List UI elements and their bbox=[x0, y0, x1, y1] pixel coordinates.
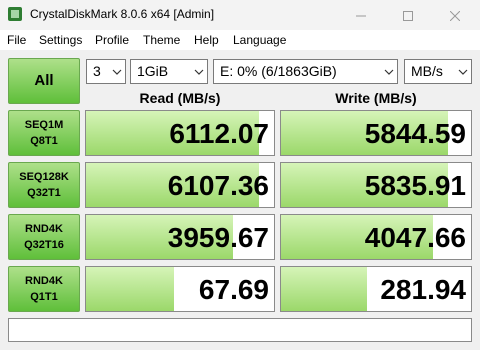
drive-select[interactable]: E: 0% (6/1863GiB) bbox=[213, 59, 398, 84]
test-button-rnd4k-q1t1[interactable]: RND4K Q1T1 bbox=[8, 266, 80, 312]
test-params: Q8T1 bbox=[30, 135, 58, 147]
test-size-value: 1GiB bbox=[137, 63, 169, 79]
write-result-cell: 5844.59 bbox=[280, 110, 472, 156]
run-all-button[interactable]: All bbox=[8, 58, 80, 104]
menu-bar: File Settings Profile Theme Help Languag… bbox=[0, 30, 480, 50]
test-size-select[interactable]: 1GiB bbox=[130, 59, 208, 84]
chevron-down-icon bbox=[112, 69, 122, 75]
read-result-cell: 67.69 bbox=[85, 266, 275, 312]
drive-value: E: 0% (6/1863GiB) bbox=[220, 63, 337, 79]
read-value: 6107.36 bbox=[167, 170, 269, 201]
menu-language[interactable]: Language bbox=[233, 33, 286, 47]
test-params: Q32T16 bbox=[24, 239, 64, 251]
menu-file[interactable]: File bbox=[7, 33, 26, 47]
test-name: RND4K bbox=[25, 223, 63, 235]
write-value: 281.94 bbox=[380, 274, 466, 305]
test-button-rnd4k-q32t16[interactable]: RND4K Q32T16 bbox=[8, 214, 80, 260]
maximize-icon bbox=[403, 10, 413, 21]
write-value: 5835.91 bbox=[364, 170, 466, 201]
menu-profile[interactable]: Profile bbox=[95, 33, 129, 47]
test-button-seq128k-q32t1[interactable]: SEQ128K Q32T1 bbox=[8, 162, 80, 208]
close-icon bbox=[449, 10, 461, 22]
test-count-select[interactable]: 3 bbox=[86, 59, 126, 84]
test-count-value: 3 bbox=[93, 63, 101, 79]
test-name: SEQ1M bbox=[24, 119, 64, 131]
menu-help[interactable]: Help bbox=[194, 33, 219, 47]
write-progress-fill bbox=[281, 267, 367, 311]
read-progress-fill bbox=[86, 267, 175, 311]
read-value: 3959.67 bbox=[167, 222, 269, 253]
window-title: CrystalDiskMark 8.0.6 x64 [Admin] bbox=[30, 7, 215, 21]
read-value: 6112.07 bbox=[169, 118, 269, 149]
comment-field[interactable] bbox=[8, 318, 472, 342]
read-column-header: Read (MB/s) bbox=[139, 90, 221, 106]
title-bar: CrystalDiskMark 8.0.6 x64 [Admin] bbox=[0, 0, 480, 30]
crystaldiskmark-app-icon bbox=[8, 7, 22, 21]
read-result-cell: 6107.36 bbox=[85, 162, 275, 208]
read-value: 67.69 bbox=[198, 274, 269, 305]
write-column-header: Write (MB/s) bbox=[335, 90, 417, 106]
minimize-icon bbox=[356, 15, 366, 17]
unit-select[interactable]: MB/s bbox=[404, 59, 472, 84]
test-name: SEQ128K bbox=[19, 171, 69, 183]
test-params: Q1T1 bbox=[30, 291, 58, 303]
unit-value: MB/s bbox=[411, 63, 443, 79]
close-button[interactable] bbox=[432, 0, 478, 30]
write-result-cell: 281.94 bbox=[280, 266, 472, 312]
chevron-down-icon bbox=[384, 69, 394, 75]
write-value: 4047.66 bbox=[364, 222, 466, 253]
write-result-cell: 4047.66 bbox=[280, 214, 472, 260]
test-name: RND4K bbox=[25, 275, 63, 287]
menu-settings[interactable]: Settings bbox=[39, 33, 82, 47]
test-button-seq1m-q8t1[interactable]: SEQ1M Q8T1 bbox=[8, 110, 80, 156]
minimize-button[interactable] bbox=[338, 0, 384, 30]
write-result-cell: 5835.91 bbox=[280, 162, 472, 208]
read-result-cell: 3959.67 bbox=[85, 214, 275, 260]
menu-theme[interactable]: Theme bbox=[143, 33, 180, 47]
read-result-cell: 6112.07 bbox=[85, 110, 275, 156]
write-value: 5844.59 bbox=[364, 118, 466, 149]
maximize-button[interactable] bbox=[385, 0, 431, 30]
chevron-down-icon bbox=[458, 69, 468, 75]
test-params: Q32T1 bbox=[27, 187, 61, 199]
chevron-down-icon bbox=[194, 69, 204, 75]
